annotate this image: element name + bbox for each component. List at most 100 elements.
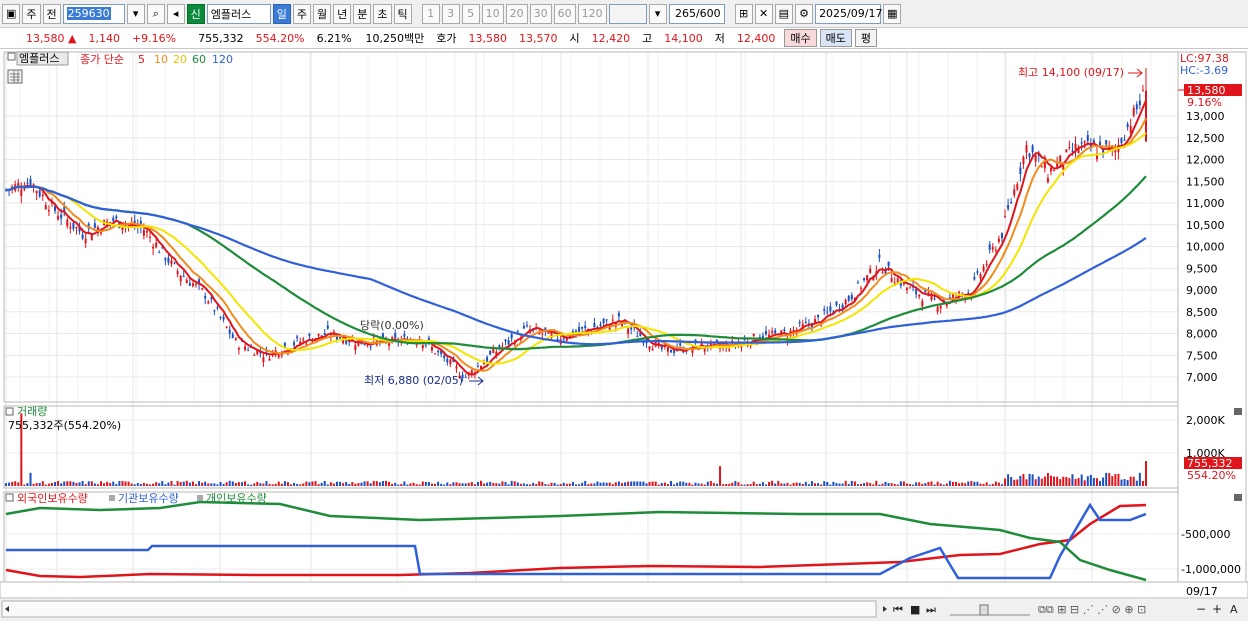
- volume-bar: [525, 484, 528, 486]
- candle-body: [670, 350, 672, 353]
- candle-type-icon[interactable]: ⊞: [734, 3, 753, 24]
- volume-bar: [121, 480, 124, 486]
- interval-5[interactable]: 5: [461, 3, 480, 24]
- candle-body: [388, 343, 391, 346]
- candle-body: [152, 246, 155, 249]
- tab-period-second[interactable]: 초: [373, 3, 392, 24]
- volume-bar: [532, 482, 535, 486]
- candle-body: [765, 331, 767, 335]
- font-size-icon[interactable]: A: [1230, 603, 1238, 616]
- volume-bar: [29, 472, 32, 486]
- volume-close-icon[interactable]: [1234, 408, 1242, 415]
- interval-3[interactable]: 3: [441, 3, 460, 24]
- stop-icon[interactable]: ■: [910, 603, 920, 616]
- tab-period-tick[interactable]: 틱: [393, 3, 412, 24]
- average-button[interactable]: 평: [854, 29, 878, 47]
- current-price-value: 13,580: [26, 31, 65, 45]
- volume-bar: [875, 480, 878, 486]
- volume-bar: [666, 484, 669, 486]
- volume-bar: [909, 484, 912, 486]
- tab-period-minute[interactable]: 분: [353, 3, 372, 24]
- tab-period-year[interactable]: 년: [333, 3, 352, 24]
- volume-bar: [440, 483, 443, 486]
- chart-area[interactable]: 13,000 12,500 12,000 11,500 11,000 10,500 10,0…: [0, 50, 1248, 621]
- volume-bar: [170, 480, 173, 486]
- interval-10[interactable]: 10: [481, 3, 504, 24]
- horizontal-scrollbar[interactable]: [1, 600, 877, 618]
- volume-bar: [777, 480, 780, 486]
- tab-period-month[interactable]: 월: [313, 3, 332, 24]
- overlay-icon[interactable]: ▤: [774, 3, 794, 24]
- interval-120[interactable]: 120: [577, 3, 607, 24]
- volume-bar: [464, 483, 467, 486]
- candle-body: [231, 334, 234, 338]
- volume-bar: [283, 481, 286, 486]
- stock-code-input[interactable]: 259630: [62, 3, 125, 24]
- candle-body: [1034, 155, 1037, 162]
- volume-bar: [75, 482, 78, 486]
- price-y-label: 11,500: [1186, 175, 1225, 188]
- volume-bar: [997, 482, 1000, 486]
- pct-tag-text: 9.16%: [1187, 96, 1222, 109]
- volume-bar: [1141, 480, 1144, 486]
- volume-tag2-text: 554.20%: [1187, 469, 1236, 482]
- volume-bar: [761, 482, 764, 486]
- zoom-out-icon[interactable]: −: [1196, 602, 1206, 616]
- gear-icon[interactable]: ⚙: [795, 3, 814, 24]
- volume-bar: [700, 483, 703, 486]
- crosshair-icon[interactable]: ✕: [754, 3, 773, 24]
- candle-body: [443, 355, 446, 358]
- tab-period-day[interactable]: 일: [272, 3, 291, 24]
- candle-body: [339, 337, 342, 339]
- high-annotation: 최고 14,100 (09/17): [1018, 66, 1124, 79]
- table-icon[interactable]: [7, 69, 23, 84]
- zoom-in-icon[interactable]: +: [1212, 602, 1222, 616]
- volume-bar: [480, 480, 482, 486]
- buy-button[interactable]: 매수: [784, 29, 817, 47]
- market-select[interactable]: 주: [22, 3, 41, 24]
- interval-dropdown-icon[interactable]: ▾: [648, 3, 667, 24]
- volume-bar: [403, 481, 406, 486]
- calendar-icon[interactable]: ▦: [883, 3, 902, 24]
- date-field[interactable]: 2025/09/17: [815, 3, 882, 24]
- layout-icon[interactable]: ▣: [2, 3, 21, 24]
- custom-interval-input[interactable]: [608, 3, 647, 24]
- dropdown-icon[interactable]: ▾: [126, 3, 145, 24]
- candle-body: [93, 223, 96, 228]
- bar-count-field[interactable]: 265/600: [668, 3, 725, 24]
- sell-button[interactable]: 매도: [819, 29, 852, 47]
- interval-30[interactable]: 30: [529, 3, 552, 24]
- volume-bar: [228, 480, 231, 486]
- volume-bar: [522, 483, 525, 486]
- speaker-icon[interactable]: ◂: [166, 3, 185, 24]
- volume-bar: [838, 483, 841, 486]
- interval-1[interactable]: 1: [421, 3, 440, 24]
- volume-bar: [308, 482, 311, 486]
- prev-button[interactable]: 전: [42, 3, 61, 24]
- price-panel-name: 엠플러스: [19, 52, 59, 65]
- candle-body: [219, 316, 222, 318]
- tab-period-week[interactable]: 주: [292, 3, 312, 24]
- search-icon[interactable]: ⌕: [146, 3, 165, 24]
- holdings-close-icon[interactable]: [1234, 494, 1242, 501]
- volume-bar: [363, 481, 366, 486]
- tool-icons[interactable]: ⧉⧉ ⊞ ⊟ ⋰ ⋰ ⊘ ⊕ ⊡: [1038, 603, 1146, 616]
- quote-bar: 13,580 ▲ 1,140 +9.16% 755,332 554.20% 6.…: [0, 28, 1248, 49]
- candle-body: [666, 346, 669, 352]
- zoom-slider-handle[interactable]: [979, 604, 989, 616]
- first-page-icon[interactable]: ⏮: [893, 603, 903, 616]
- volume-bar: [866, 482, 869, 486]
- volume-bar: [927, 482, 930, 486]
- volume-bar: [360, 482, 363, 486]
- interval-60[interactable]: 60: [553, 3, 576, 24]
- volume-bar: [608, 482, 611, 486]
- stock-chart[interactable]: 13,000 12,500 12,000 11,500 11,000 10,500 10,0…: [0, 50, 1248, 621]
- candle-body: [1059, 155, 1062, 163]
- interval-20[interactable]: 20: [505, 3, 528, 24]
- volume-bar: [1083, 480, 1086, 486]
- volume-bar: [501, 481, 504, 486]
- volume-bar: [1034, 479, 1037, 486]
- stock-name-field[interactable]: 엠플러스: [206, 3, 271, 24]
- last-page-icon[interactable]: ⏭: [926, 603, 936, 616]
- candle-body: [991, 246, 994, 250]
